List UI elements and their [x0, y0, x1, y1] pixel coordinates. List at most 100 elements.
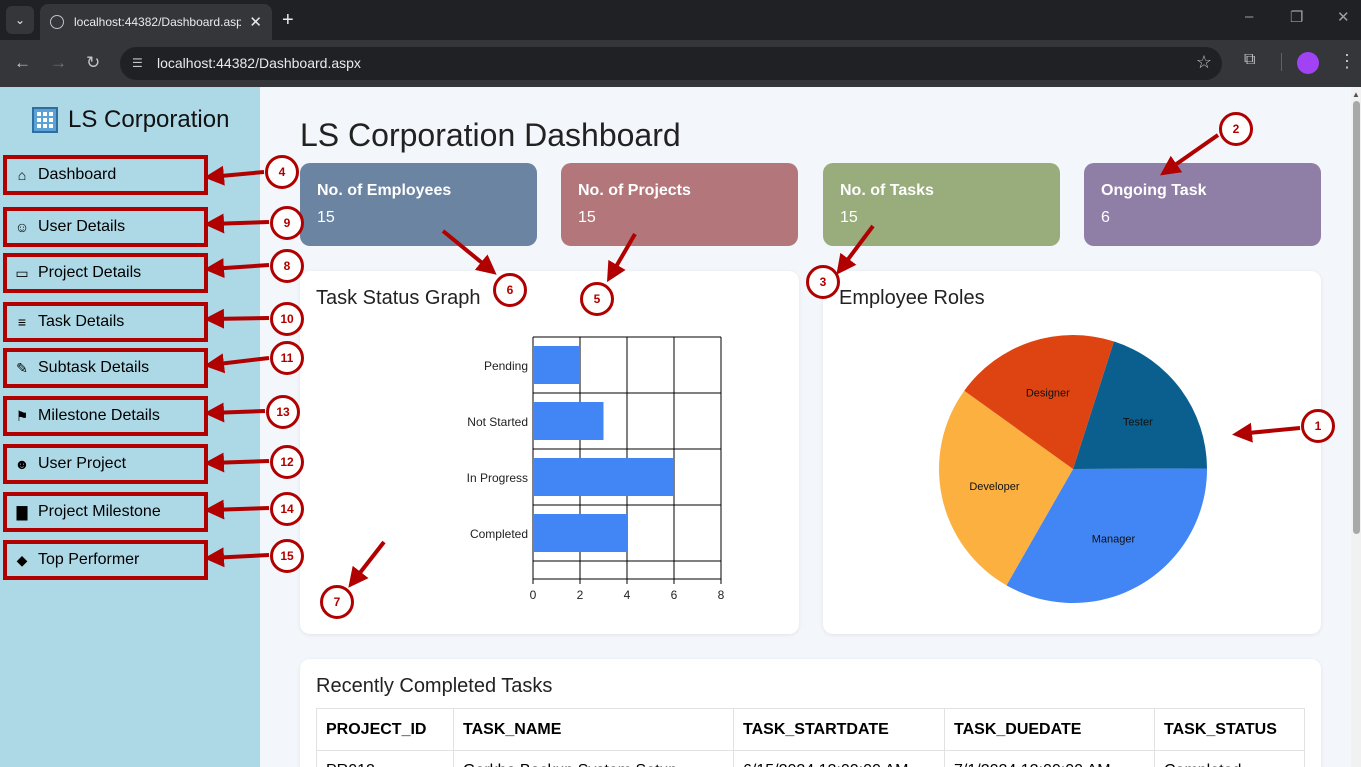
sidebar-item-user-project[interactable]: ☻ User Project [3, 444, 208, 484]
bar-chart-icon: ▇ [16, 503, 28, 520]
table-cell: Completed [1154, 750, 1305, 767]
main-content: LS Corporation Dashboard No. of Employee… [260, 87, 1351, 767]
sidebar-item-label: Top Performer [38, 551, 140, 568]
annotation-badge-11: 11 [270, 341, 304, 375]
site-info-icon[interactable]: ☰ [132, 56, 146, 70]
card-ongoing: Ongoing Task 6 [1084, 163, 1321, 246]
forward-button[interactable]: → [50, 52, 67, 74]
close-icon[interactable]: ✕ [249, 13, 262, 31]
scroll-up-icon[interactable]: ▲ [1352, 90, 1360, 99]
table-header-row: PROJECT_ID TASK_NAME TASK_STARTDATE TASK… [316, 708, 1305, 751]
card-projects: No. of Projects 15 [561, 163, 798, 246]
pie-slice-label: Tester [1123, 416, 1153, 428]
sidebar-item-project-details[interactable]: ▭ Project Details [3, 253, 208, 293]
sidebar-item-milestone-details[interactable]: ⚑ Milestone Details [3, 396, 208, 436]
user-icon: ☺ [14, 219, 30, 235]
folder-icon: ▭ [15, 264, 29, 281]
recent-tasks-table: PROJECT_ID TASK_NAME TASK_STARTDATE TASK… [316, 708, 1305, 767]
books-icon: ≡ [17, 314, 27, 330]
bar [534, 402, 604, 440]
sidebar-item-subtask-details[interactable]: ✎ Subtask Details [3, 348, 208, 388]
bar [534, 514, 627, 552]
page-title: LS Corporation Dashboard [300, 117, 681, 153]
table-row: PR012 Gorkha Backup System Setup 6/15/20… [316, 750, 1305, 767]
minimize-button[interactable]: – [1245, 8, 1253, 25]
sidebar-item-label: Dashboard [38, 166, 117, 183]
extensions-icon[interactable]: ⧉ [1244, 51, 1264, 71]
scrollbar-thumb[interactable] [1353, 101, 1360, 534]
sidebar-item-label: User Project [38, 455, 127, 472]
brand-name: LS Corporation [68, 106, 230, 133]
table-cell: 7/1/2024 12:00:00 AM [944, 750, 1155, 767]
window-close-button[interactable]: ✕ [1337, 8, 1350, 26]
task-status-panel: Task Status Graph Pending Not Started In P… [300, 271, 799, 634]
new-tab-button[interactable]: + [282, 8, 294, 32]
pie-slice-label: Manager [1092, 533, 1136, 545]
annotation-badge-12: 12 [270, 445, 304, 479]
sidebar-item-label: Subtask Details [38, 359, 150, 376]
sidebar-item-label: Milestone Details [38, 407, 160, 424]
sidebar-item-user-details[interactable]: ☺ User Details [3, 207, 208, 247]
sidebar-item-project-milestone[interactable]: ▇ Project Milestone [3, 492, 208, 532]
url-text[interactable]: localhost:44382/Dashboard.aspx [157, 55, 361, 71]
recent-tasks-panel: Recently Completed Tasks PROJECT_ID TASK… [300, 659, 1321, 767]
recent-tasks-title: Recently Completed Tasks [316, 675, 553, 697]
tab-search-button[interactable]: ⌄ [6, 6, 34, 34]
sidebar-item-label: Project Details [38, 264, 142, 281]
bar [534, 346, 580, 384]
bar [534, 458, 674, 496]
card-label: No. of Employees [317, 182, 452, 199]
card-value: 15 [317, 209, 335, 226]
back-button[interactable]: ← [14, 52, 31, 74]
card-label: No. of Projects [578, 182, 691, 199]
annotation-badge-2: 2 [1219, 112, 1253, 146]
address-bar[interactable]: ☰ localhost:44382/Dashboard.aspx ☆ [120, 47, 1222, 80]
recent-tasks-table-wrap: PROJECT_ID TASK_NAME TASK_STARTDATE TASK… [316, 708, 1305, 767]
card-employees: No. of Employees 15 [300, 163, 537, 246]
browser-tab[interactable]: localhost:44382/Dashboard.aspx ✕ [40, 4, 272, 40]
home-icon: ⌂ [17, 167, 27, 183]
x-tick-label: 2 [577, 588, 584, 602]
sidebar-item-label: User Details [38, 218, 126, 235]
annotation-badge-15: 15 [270, 539, 304, 573]
sidebar-item-top-performer[interactable]: ◆ Top Performer [3, 540, 208, 580]
sidebar-item-task-details[interactable]: ≡ Task Details [3, 302, 208, 342]
annotation-badge-10: 10 [270, 302, 304, 336]
annotation-badge-14: 14 [270, 492, 304, 526]
annotation-badge-13: 13 [266, 395, 300, 429]
office-building-icon [32, 107, 58, 133]
category-label: Not Started [467, 415, 528, 429]
annotation-badge-6: 6 [493, 273, 527, 307]
restore-button[interactable]: ❐ [1290, 8, 1303, 26]
browser-menu-icon[interactable]: ⋮ [1338, 51, 1356, 72]
pie-slice-label: Developer [969, 481, 1019, 493]
brand: LS Corporation [32, 106, 229, 134]
grad-cap-icon: ◆ [16, 551, 28, 568]
tab-title: localhost:44382/Dashboard.aspx [74, 15, 242, 29]
chevron-down-icon: ⌄ [14, 13, 26, 27]
annotation-badge-5: 5 [580, 282, 614, 316]
sidebar-item-dashboard[interactable]: ⌂ Dashboard [3, 155, 208, 195]
employee-roles-chart: Tester Manager Developer Designer [939, 335, 1207, 603]
table-cell: PR012 [316, 750, 454, 767]
reload-button[interactable]: ↻ [86, 52, 100, 74]
browser-tab-strip: ⌄ localhost:44382/Dashboard.aspx ✕ + – ❐… [0, 0, 1361, 40]
pie-slice-label: Designer [1026, 388, 1070, 400]
x-tick-label: 8 [718, 588, 725, 602]
category-label: Pending [484, 359, 528, 373]
annotation-badge-4: 4 [265, 155, 299, 189]
globe-icon [50, 15, 64, 29]
card-value: 6 [1101, 209, 1110, 226]
col-header: TASK_DUEDATE [944, 708, 1155, 751]
col-header: TASK_NAME [453, 708, 734, 751]
profile-avatar[interactable] [1297, 52, 1319, 74]
col-header: TASK_STATUS [1154, 708, 1305, 751]
annotation-badge-9: 9 [270, 206, 304, 240]
x-tick-label: 4 [624, 588, 631, 602]
address-bar-row: ← → ↻ ☰ localhost:44382/Dashboard.aspx ☆ [0, 40, 1361, 87]
card-value: 15 [840, 209, 858, 226]
bookmark-star-icon[interactable]: ☆ [1196, 52, 1212, 73]
users-icon: ☻ [14, 456, 30, 472]
page-scrollbar[interactable]: ▲ [1351, 87, 1361, 767]
memo-icon: ✎ [16, 359, 28, 376]
